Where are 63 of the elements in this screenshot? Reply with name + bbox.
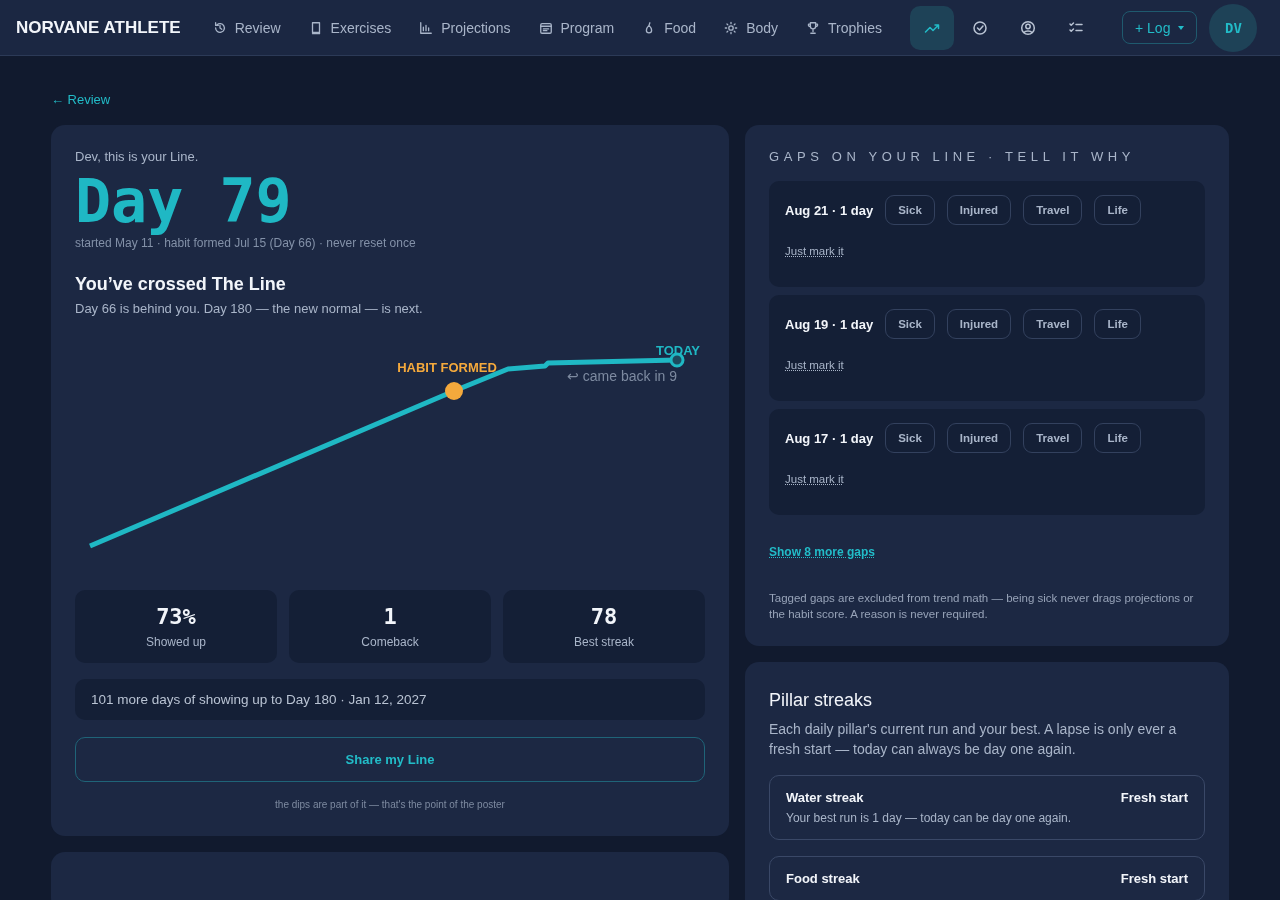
reason-chip[interactable]: Travel <box>1023 309 1083 339</box>
section-subheading: Day 66 is behind you. Day 180 — the new normal — is next. <box>75 301 424 316</box>
check-circle-icon <box>972 19 988 36</box>
bar-chart-icon <box>419 20 434 35</box>
gap-date: Aug 17 · 1 day <box>785 430 874 446</box>
nav-item[interactable]: Body <box>710 13 793 42</box>
brand-name: NORVANE ATHLETE <box>16 17 181 38</box>
reason-chip[interactable]: Life <box>1094 195 1141 225</box>
reason-chip[interactable]: Travel <box>1023 195 1083 225</box>
caret-icon <box>1178 25 1185 30</box>
reason-chip[interactable]: Injured <box>946 309 1012 339</box>
calendar-icon <box>538 20 553 35</box>
stat-value: 78 <box>590 604 618 629</box>
avatar[interactable]: DV <box>1209 3 1258 52</box>
log-button[interactable]: + Log <box>1122 11 1198 44</box>
mark-link[interactable]: Just mark it <box>785 473 844 485</box>
chart-label: HABIT FORMED <box>397 360 497 375</box>
mark-link[interactable]: Just mark it <box>785 245 844 257</box>
mark-link[interactable]: Just mark it <box>785 359 844 371</box>
show-more-link[interactable]: Show 8 more gaps <box>769 545 876 559</box>
stat-value: 1 <box>383 604 397 629</box>
nav-item[interactable]: Trophies <box>792 13 896 42</box>
reason-chip[interactable]: Injured <box>946 195 1012 225</box>
user-circle-icon <box>1020 19 1036 36</box>
habit-marker <box>445 382 463 400</box>
card-title: GAPS ON YOUR LINE · TELL IT WHY <box>769 149 1137 164</box>
streak-name: Food streak <box>786 871 860 886</box>
gap-date: Aug 21 · 1 day <box>785 202 874 218</box>
reason-chip[interactable]: Sick <box>885 195 935 225</box>
nav-item[interactable]: Review <box>198 13 295 42</box>
reason-chip[interactable]: Sick <box>885 309 935 339</box>
trophy-icon <box>806 20 821 35</box>
streak-status: Fresh start <box>1120 790 1188 805</box>
streak-meta: started May 11 · habit formed Jul 15 (Day 66) · never reset once <box>75 236 417 250</box>
back-link[interactable]: ← Review <box>51 92 111 107</box>
stat-label: Best streak <box>574 635 634 649</box>
stat-value: 73% <box>156 604 196 629</box>
footer-note: the dips are part of it — that's the point of the poster <box>274 799 506 810</box>
chart-annotation: ↩ came back in 9 <box>566 368 677 384</box>
streak-detail: Your best run is 1 day — today can be day one again. <box>786 811 1073 825</box>
stat-label: Showed up <box>145 635 206 649</box>
footnote: Tagged gaps are excluded from trend math — being sick never drags projections or the habit score. A reason is never required. <box>769 591 1195 622</box>
reason-chip[interactable]: Injured <box>946 423 1012 453</box>
nav-item[interactable]: Food <box>628 13 711 42</box>
reason-chip[interactable]: Life <box>1094 423 1141 453</box>
nav-item[interactable]: Program <box>524 13 629 42</box>
history-icon <box>212 20 227 35</box>
section-heading: You’ve crossed The Line <box>75 274 287 295</box>
reason-chip[interactable]: Sick <box>885 423 935 453</box>
remaining-days: 101 more days of showing up to Day 180 · Jan 12, 2027 <box>75 679 705 720</box>
stat-label: Comeback <box>361 635 419 649</box>
streak-status: Fresh start <box>1120 871 1188 886</box>
streak-name: Water streak <box>786 790 864 805</box>
share-button[interactable]: Share my Line <box>75 737 705 782</box>
card-description: Each daily pillar's current run and your best. A lapse is only ever a fresh start — today can always be day one again. <box>769 720 1178 759</box>
card-title: Pillar streaks <box>769 690 874 711</box>
reason-chip[interactable]: Life <box>1094 309 1141 339</box>
gap-date: Aug 19 · 1 day <box>785 316 874 332</box>
nav-item[interactable]: Projections <box>405 13 525 42</box>
nav-item[interactable]: Exercises <box>294 13 406 42</box>
reason-chip[interactable]: Travel <box>1023 423 1083 453</box>
greeting-text: Dev, this is your Line. <box>75 149 200 164</box>
sun-icon <box>724 20 739 35</box>
